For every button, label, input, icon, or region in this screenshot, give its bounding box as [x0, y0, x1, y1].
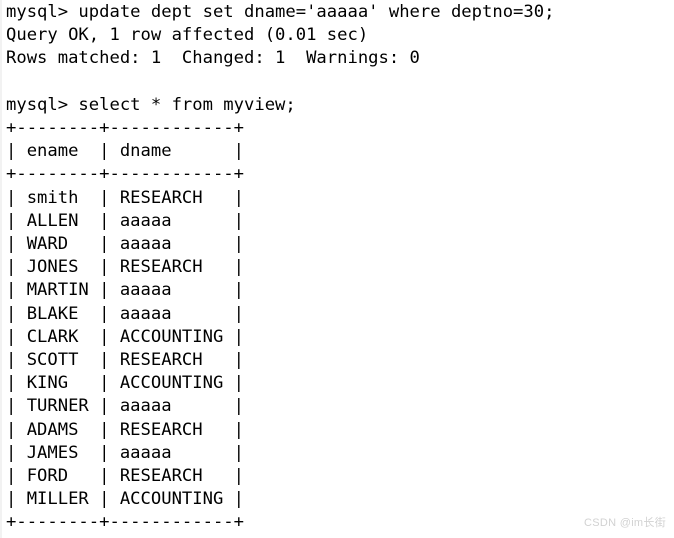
mysql-terminal-window[interactable]: mysql> update dept set dname='aaaaa' whe… — [0, 0, 674, 538]
csdn-watermark: CSDN @im长街 — [584, 517, 666, 529]
terminal-output-text: mysql> update dept set dname='aaaaa' whe… — [6, 2, 555, 538]
